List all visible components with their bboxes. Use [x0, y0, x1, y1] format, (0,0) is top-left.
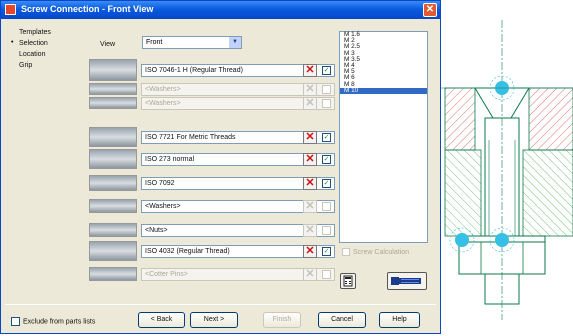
nav-item-grip[interactable]: Grip	[19, 62, 32, 69]
next-button[interactable]: Next >	[190, 312, 238, 328]
size-list-item[interactable]: M 10	[340, 87, 427, 94]
through-hole-icon[interactable]	[89, 149, 137, 169]
delete-icon[interactable]: ✕	[303, 177, 317, 190]
nav-item-label: Selection	[19, 40, 48, 47]
bottom-separator	[5, 304, 436, 305]
chevron-down-icon[interactable]: ▼	[229, 37, 241, 48]
component-checkbox[interactable]: ✓	[322, 133, 331, 142]
cad-drawing-preview[interactable]	[441, 0, 573, 334]
nav-item-templates[interactable]: Templates	[19, 29, 51, 36]
delete-icon[interactable]: ✕	[303, 153, 317, 166]
component-checkbox[interactable]: ✓	[322, 179, 331, 188]
screw-calculation-checkbox[interactable]: Screw Calculation	[342, 248, 409, 256]
washer-icon[interactable]	[89, 199, 137, 213]
countersink-hole-icon[interactable]	[89, 127, 137, 147]
nav-item-location[interactable]: Location	[19, 51, 45, 58]
component-checkbox[interactable]	[322, 270, 331, 279]
exclude-checkbox[interactable]: Exclude from parts lists	[11, 317, 95, 326]
size-list[interactable]: M 1.6 M 2M 2.5 M 3M 3.5 M 4M 5M 6M 8M 10	[339, 31, 428, 243]
component-checkbox[interactable]	[322, 99, 331, 108]
component-checkbox[interactable]: ✓	[322, 247, 331, 256]
checkbox-box[interactable]	[342, 248, 350, 256]
calculator-icon	[343, 275, 353, 287]
component-checkbox[interactable]	[322, 202, 331, 211]
countersunk-screw-icon[interactable]	[89, 59, 137, 81]
screw-side-icon	[391, 277, 421, 285]
checkbox-box[interactable]	[11, 317, 20, 326]
delete-icon[interactable]: ✕	[303, 131, 317, 144]
window-title: Screw Connection - Front View	[21, 4, 154, 14]
title-bar[interactable]: Screw Connection - Front View ✕	[1, 1, 440, 19]
exclude-label: Exclude from parts lists	[23, 318, 96, 326]
finish-button[interactable]: Finish	[263, 312, 301, 328]
delete-icon[interactable]: ✕	[303, 64, 317, 77]
cancel-button[interactable]: Cancel	[318, 312, 366, 328]
washer-icon[interactable]	[89, 175, 137, 191]
screw-preview-button[interactable]	[387, 272, 427, 290]
close-button[interactable]: ✕	[423, 3, 437, 17]
nav-item-label: Location	[19, 51, 46, 58]
delete-icon[interactable]: ✕	[303, 97, 317, 110]
view-dropdown[interactable]: Front ▼	[142, 36, 242, 49]
nut-icon[interactable]	[89, 223, 137, 237]
screw-cross-section-drawing	[441, 20, 573, 320]
delete-icon[interactable]: ✕	[303, 200, 317, 213]
component-checkbox[interactable]	[322, 85, 331, 94]
washer-icon[interactable]	[89, 83, 137, 95]
delete-icon[interactable]: ✕	[303, 224, 317, 237]
nav-item-selection[interactable]: Selection	[19, 40, 48, 47]
back-button[interactable]: < Back	[138, 312, 185, 328]
hex-nut-icon[interactable]	[89, 241, 137, 261]
help-button[interactable]: Help	[379, 312, 420, 328]
active-item-bullet: •	[11, 39, 14, 46]
view-dropdown-value: Front	[146, 39, 163, 46]
view-label: View	[100, 41, 116, 48]
cotter-pin-icon[interactable]	[89, 267, 137, 281]
component-checkbox[interactable]	[322, 226, 331, 235]
component-checkbox[interactable]: ✓	[322, 66, 331, 75]
component-checkbox[interactable]: ✓	[322, 155, 331, 164]
calculator-button[interactable]	[340, 273, 356, 289]
washer-icon[interactable]	[89, 97, 137, 109]
screw-calculation-label: Screw Calculation	[353, 248, 410, 256]
app-icon	[5, 4, 16, 15]
delete-icon[interactable]: ✕	[303, 268, 317, 281]
nav-item-label: Templates	[19, 29, 51, 36]
nav-item-label: Grip	[19, 62, 33, 69]
screw-connection-dialog: Screw Connection - Front View ✕ Template…	[0, 0, 441, 334]
delete-icon[interactable]: ✕	[303, 245, 317, 258]
delete-icon[interactable]: ✕	[303, 83, 317, 96]
